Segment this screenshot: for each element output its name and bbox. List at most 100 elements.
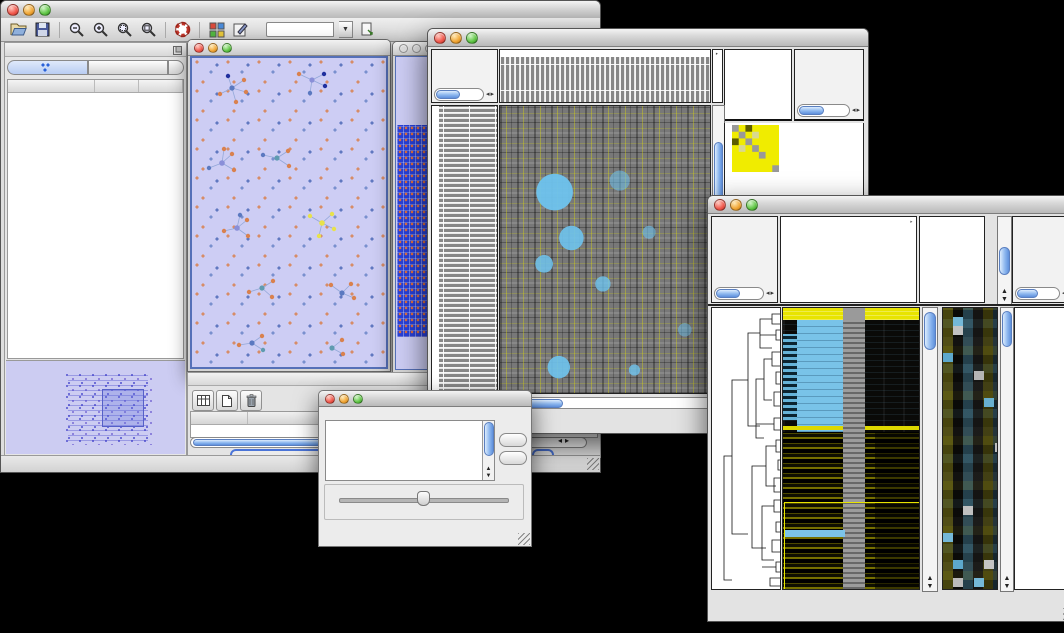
heatmap-selection-rect[interactable] (784, 502, 920, 590)
tv2-labels-scroll-thumb[interactable] (999, 247, 1010, 275)
minimize-button[interactable] (412, 44, 421, 53)
attribute-list-scroll-arrows[interactable]: ▲▼ (483, 466, 494, 480)
usage-hints-title (1013, 217, 1064, 219)
attribute-select-icon[interactable] (192, 390, 214, 411)
minimize-button[interactable] (23, 4, 35, 16)
col-edges[interactable] (139, 80, 183, 92)
tv2-zoom-scroll-arrows[interactable]: ▲▼ (1001, 575, 1013, 591)
dialog-titlebar[interactable] (319, 391, 531, 407)
zoom-out-icon[interactable] (67, 20, 86, 39)
new-attribute-icon[interactable] (216, 390, 238, 411)
col-network[interactable] (8, 80, 95, 92)
close-button[interactable] (194, 43, 204, 53)
minimize-button[interactable] (450, 32, 462, 44)
tv2-row-dendrogram[interactable] (711, 307, 781, 590)
search-dropdown-arrow[interactable]: ▼ (339, 21, 353, 38)
col-id[interactable] (191, 412, 248, 424)
resize-grip[interactable] (587, 458, 599, 470)
close-button[interactable] (399, 44, 408, 53)
tv1-corner-strip: ‣ (712, 49, 723, 103)
birdseye-viewport-rect[interactable] (102, 389, 144, 427)
tv2-column-dendrogram-area[interactable]: ‣ (780, 216, 917, 303)
move-down-button[interactable] (499, 451, 527, 465)
tv2-heatmap-global[interactable] (782, 307, 920, 590)
zoom-button[interactable] (39, 4, 51, 16)
close-button[interactable] (7, 4, 19, 16)
open-file-icon[interactable] (9, 20, 28, 39)
heatmap-cyan-stripes (783, 334, 797, 420)
usage-hints-scrollbar[interactable]: ◂▸ (797, 104, 861, 116)
network-clusters-graphic (192, 58, 388, 369)
zoom-fit-icon[interactable] (139, 20, 158, 39)
attribute-list-scroll-thumb[interactable] (484, 422, 494, 456)
zoom-button[interactable] (222, 43, 232, 53)
tv2-heatmap-scroll-thumb[interactable] (924, 312, 936, 350)
vizmapper-icon[interactable] (207, 20, 226, 39)
view-status-scrollbar[interactable]: ◂▸ (434, 88, 495, 100)
zoom-button[interactable] (353, 394, 363, 404)
main-titlebar[interactable] (1, 1, 600, 19)
close-button[interactable] (714, 199, 726, 211)
tab-vizmapper[interactable] (88, 60, 169, 75)
network-overview-birdseye[interactable] (6, 360, 185, 454)
minimize-button[interactable] (730, 199, 742, 211)
tv2-labels-scroll-arrows[interactable]: ▲▼ (998, 288, 1011, 304)
network-canvas[interactable] (190, 56, 388, 369)
window-controls (319, 394, 369, 404)
tv2-row-dendrogram-tree (712, 308, 781, 590)
tv2-column-labels (920, 217, 984, 302)
minimize-button[interactable] (208, 43, 218, 53)
zoom-selected-icon[interactable] (115, 20, 134, 39)
strip-arrow-icon[interactable]: ‣ (715, 51, 719, 58)
network-view-titlebar[interactable] (188, 40, 390, 56)
save-icon[interactable] (33, 20, 52, 39)
tv2-heatmap-scroll-arrows[interactable]: ▲▼ (923, 575, 937, 591)
heatmap-cyan-block (797, 320, 849, 432)
zoom-button[interactable] (746, 199, 758, 211)
tv2-zoom-scroll-thumb[interactable] (1002, 311, 1012, 347)
animation-speed-slider-thumb[interactable] (417, 491, 430, 506)
tv2-heatmap-zoom[interactable] (942, 307, 998, 590)
tab-overflow-arrow[interactable] (168, 60, 184, 75)
window-controls (1, 4, 57, 16)
tv1-heatmap-global[interactable] (499, 105, 711, 394)
network-view-window (187, 39, 391, 372)
view-status-scrollbar[interactable]: ◂▸ (714, 287, 775, 299)
tv1-column-dendrogram[interactable] (499, 49, 711, 103)
tv1-row-dendrogram[interactable] (431, 105, 498, 394)
col-nodes[interactable] (95, 80, 140, 92)
annotation-icon[interactable] (231, 20, 250, 39)
window-controls (428, 32, 484, 44)
index-icon[interactable] (358, 20, 377, 39)
treeview2-titlebar[interactable] (708, 196, 1064, 214)
usage-hints-scrollbar[interactable]: ◂▸ (1015, 287, 1064, 299)
zoom-in-icon[interactable] (91, 20, 110, 39)
minimize-button[interactable] (339, 394, 349, 404)
tv1-zoom-heatmap-yellow-matrix[interactable] (732, 125, 779, 172)
resize-grip[interactable] (518, 533, 530, 545)
animation-speed-group (324, 484, 524, 520)
tv2-zoom-vscrollbar[interactable]: ▲▼ (1000, 307, 1014, 592)
tv2-gene-list-panel (1014, 307, 1064, 590)
tv2-labels-vscrollbar[interactable]: ▲▼ (997, 216, 1012, 305)
zoom-button[interactable] (466, 32, 478, 44)
treeview1-titlebar[interactable] (428, 29, 868, 47)
view-status-title (432, 50, 497, 52)
search-input[interactable] (266, 22, 334, 37)
tv2-column-labels-panel (919, 216, 985, 303)
close-button[interactable] (434, 32, 446, 44)
delete-attribute-trash-icon[interactable] (240, 390, 262, 411)
tab-network[interactable] (7, 60, 88, 75)
control-panel-tabs (7, 60, 184, 75)
float-panel-icon[interactable] (173, 46, 182, 55)
data-panel-hscroll-arrows[interactable]: ◂▸ (558, 436, 572, 445)
tv1-usage-hints-panel: ◂▸ (794, 49, 864, 121)
attribute-list-scrollbar[interactable]: ▲▼ (482, 421, 494, 480)
close-button[interactable] (325, 394, 335, 404)
window-controls (708, 199, 764, 211)
move-up-button[interactable] (499, 433, 527, 447)
tv2-heatmap-vscrollbar[interactable]: ▲▼ (922, 307, 938, 592)
strip-arrow-icon: ‣ (909, 219, 913, 226)
map-colors-dialog: ▲▼ (318, 390, 532, 547)
help-lifesaver-icon[interactable] (173, 20, 192, 39)
